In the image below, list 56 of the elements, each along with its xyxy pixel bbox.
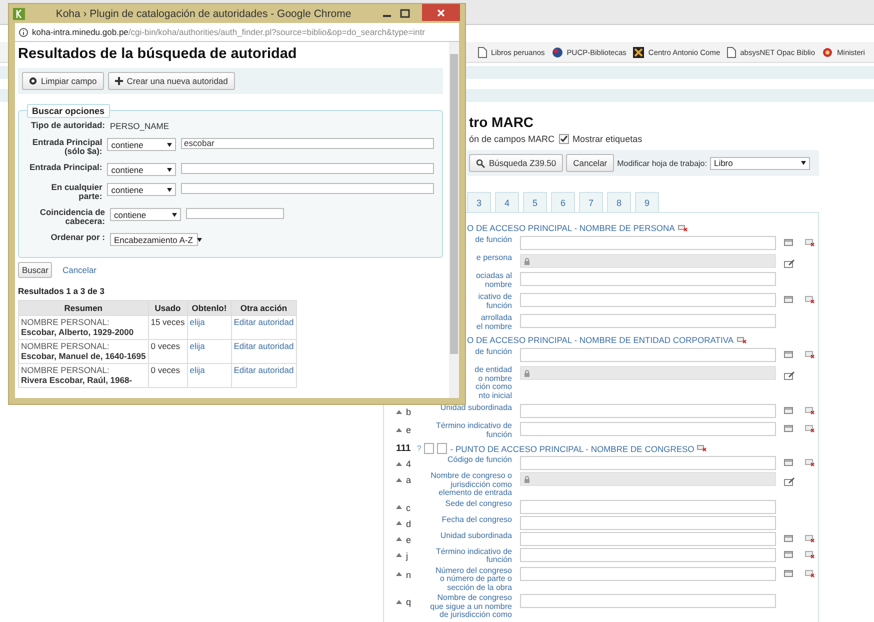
subfield-label: Nombre de congreso o jurisdicción como elemento de entrada — [430, 472, 512, 498]
subfield-label: Término indicativo de función — [434, 548, 512, 564]
window-title: Koha › Plugin de catalogación de autoridades - Google Chrome — [54, 8, 352, 20]
subfield-label: de función — [474, 348, 512, 356]
panel-legend: Buscar opciones — [27, 104, 110, 118]
subfield-code: j — [406, 550, 408, 560]
subfield-label: Número del congreso o número de parte o sección de la obra — [434, 566, 512, 592]
subfield-label: de entidad o nombre ción como nto inicial — [474, 366, 512, 400]
subfield-code: d — [406, 518, 412, 528]
table-cell: 0 veces — [148, 364, 188, 388]
authority-type: PERSO_NAME — [110, 121, 170, 131]
subfield-code: a — [406, 475, 412, 485]
subfield-code: b — [406, 407, 412, 417]
column-header: Otra acción — [231, 300, 296, 316]
summary-cell: NOMBRE PERSONAL: Rivera Escobar, Raúl, 1968- — [18, 364, 148, 388]
field-title: O DE ACCESO PRINCIPAL - NOMBRE DE ENTIDAD CORPORATIVA — [467, 335, 734, 345]
column-header: Resumen — [18, 300, 148, 316]
subfield-label: Sede del congreso — [444, 500, 512, 508]
field-label: Entrada Principal (sólo $a): — [31, 138, 102, 156]
field-label: Coincidencia de cabecera: — [38, 208, 105, 226]
field-label: Tipo de autoridad: — [30, 121, 105, 130]
subfield-code: q — [406, 597, 412, 607]
subfield-label: Fecha del congreso — [440, 516, 512, 524]
column-header: Usado — [148, 300, 188, 316]
subfield-code: e — [406, 425, 412, 435]
subfield-code: e — [406, 534, 412, 544]
subfield-label: e persona — [475, 254, 512, 262]
summary-cell: NOMBRE PERSONAL: Escobar, Alberto, 1929-2000 — [18, 316, 148, 340]
field-tag: 111 — [396, 443, 411, 454]
checkbox-label: Mostrar etiquetas — [572, 134, 642, 144]
field-title: - PUNTO DE ACCESO PRINCIPAL - NOMBRE DE CONGRESO — [450, 444, 694, 454]
field-label: Ordenar por : — [50, 233, 105, 242]
subfield-label: Código de función — [446, 456, 512, 464]
page-heading: tro MARC — [469, 114, 535, 130]
subfield-label: Unidad subordinada — [439, 532, 512, 540]
subfield-label: Unidad subordinada — [439, 404, 512, 412]
table-cell: 15 veces — [148, 316, 188, 340]
table-cell: 0 veces — [148, 340, 188, 364]
subfield-label: arrollada el nombre — [475, 314, 512, 331]
subfield-label: ociadas al nombre — [474, 272, 512, 289]
field-label: En cualquier parte: — [50, 183, 102, 201]
subfield-code: n — [406, 570, 412, 580]
summary-cell: NOMBRE PERSONAL: Escobar, Manuel de, 1640-1695 — [18, 340, 148, 364]
worksheet-label: Modificar hoja de trabajo: — [617, 158, 707, 168]
marc-note: ón de campos MARC — [469, 134, 555, 144]
subfield-label: Término indicativo de función — [434, 422, 512, 439]
subfield-code: c — [406, 502, 410, 512]
column-header: Obtenlo! — [187, 300, 232, 316]
field-label: Entrada Principal: — [28, 163, 102, 172]
results-summary: Resultados 1 a 3 de 3 — [18, 286, 106, 296]
subfield-label: icativo de función — [477, 293, 512, 310]
subfield-code: 4 — [406, 459, 412, 469]
subfield-label: de función — [474, 236, 512, 244]
field-title: O DE ACCESO PRINCIPAL - NOMBRE DE PERSONA — [467, 223, 675, 233]
page-heading: Resultados de la búsqueda de autoridad — [18, 46, 298, 62]
subfield-label: Nombre de congreso que sigue a un nombre de jurisdicción como — [429, 594, 512, 620]
